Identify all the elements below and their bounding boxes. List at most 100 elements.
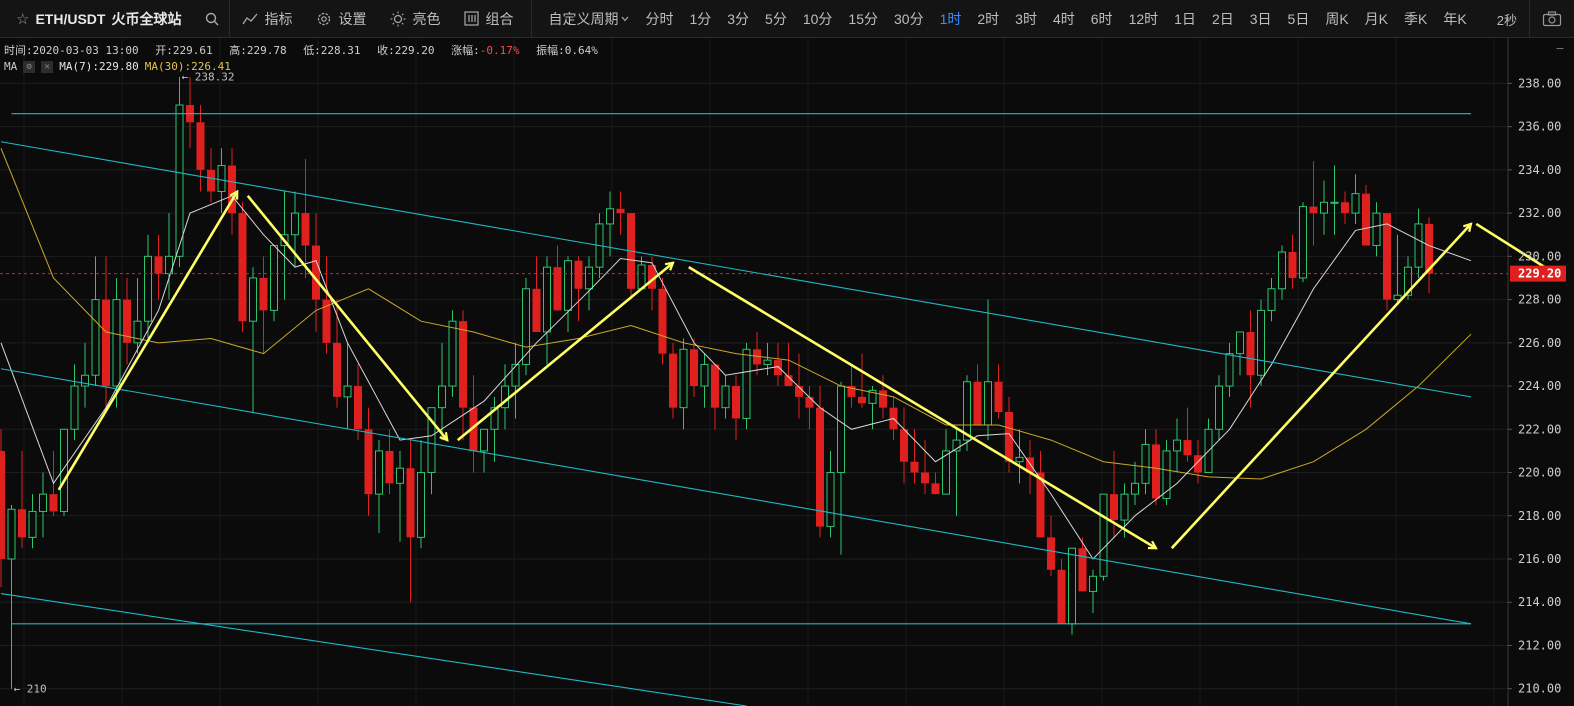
candle-body-up [700,363,709,387]
candle-body-up [1393,294,1402,301]
info-open: 开:229.61 [155,44,213,57]
candle-body-up [742,348,751,419]
indicator-button[interactable]: 指标 [230,0,304,37]
candle-body-down [574,260,583,289]
candle-body-down [816,407,824,527]
period-5[interactable]: 15分 [840,9,886,29]
ma-label: MA [4,60,18,73]
candle-body-up [1068,547,1076,625]
period-15[interactable]: 3日 [1242,9,1280,29]
candle-body-up [28,510,37,538]
candle-body-down [238,213,247,322]
info-high: 高:229.78 [229,44,287,57]
period-14[interactable]: 2日 [1204,9,1242,29]
candle-body-up [175,104,184,257]
screenshot-button[interactable] [1529,0,1574,38]
candle-body-up [984,381,992,426]
trend-arrow-3 [688,266,1156,548]
candle-body-up [564,260,572,311]
period-1[interactable]: 1分 [681,9,719,29]
candle-body-up [942,450,950,495]
refresh-interval[interactable]: 2秒 [1485,10,1529,29]
candle-body-down [931,483,940,495]
candle-body-up [1330,201,1339,204]
candle-body-up [91,299,100,376]
candle-body-up [70,385,79,430]
period-8[interactable]: 2时 [969,9,1007,29]
search-button[interactable] [195,0,231,37]
price-label: 234.00 [1518,163,1561,177]
candle-body-down [1309,206,1318,214]
ma-legend: MA ⚙ ✕ MA(7):229.80 MA(30):226.41 [4,60,231,73]
ma-settings-icon[interactable]: ⚙ [23,60,36,73]
ma-close-icon[interactable]: ✕ [41,60,54,73]
candle-body-down [364,429,373,495]
candle-body-up [963,381,971,441]
price-label: 220.00 [1518,466,1561,480]
period-20[interactable]: 年K [1435,9,1474,29]
info-change-value: -0.17% [479,44,520,57]
period-12[interactable]: 12时 [1121,9,1167,29]
period-19[interactable]: 季K [1396,9,1435,29]
period-18[interactable]: 月K [1357,9,1396,29]
period-16[interactable]: 5日 [1280,9,1318,29]
candle-body-up [511,363,520,387]
period-3[interactable]: 5分 [757,9,795,29]
candle-body-up [837,385,845,474]
period-bar: 自定义周期 分时 1分 3分 5分 10分 15分 30分 1时 2时 3时 4时 6时 12时 1日 2日… [532,0,1474,37]
ma30-value: MA(30):226.41 [144,60,231,73]
candle-body-up [480,428,488,452]
settings-button[interactable]: 设置 [304,0,378,37]
ma7-value: MA(7):229.80 [59,60,139,73]
candle-body-up [1257,309,1265,376]
candle-body-down [207,169,215,192]
candle-body-down [1047,537,1055,570]
candle-body-up [396,467,404,484]
candle-body-up [1015,456,1024,463]
candle-body-down [333,342,341,397]
price-label: 238.00 [1518,76,1561,90]
candle-body-down [774,360,782,376]
period-0[interactable]: 分时 [637,9,681,29]
candle-body-up [375,450,383,495]
sun-icon [390,11,406,26]
period-6[interactable]: 30分 [886,9,932,29]
custom-period-dropdown[interactable]: 自定义周期 [540,9,637,29]
candle-body-up [417,472,425,538]
period-13[interactable]: 1日 [1166,9,1204,29]
ohlc-info: 时间:2020-03-03 13:00 开:229.61 高:229.78 低:… [4,42,608,58]
period-list: 分时 1分 3分 5分 10分 15分 30分 1时 2时 3时 4时 6时 12时 1日 2日 3日 5日 周K… [637,0,1474,37]
candle-body-up [1131,482,1139,495]
price-label: 224.00 [1518,379,1561,393]
period-10[interactable]: 4时 [1045,9,1083,29]
candle-body-up [679,348,688,409]
price-label: 226.00 [1518,336,1561,350]
light-theme-button[interactable]: 亮色 [378,0,452,37]
candle-body-down [711,364,719,408]
price-label: 230.00 [1518,249,1561,263]
candle-body-up [7,508,16,560]
period-17[interactable]: 周K [1317,9,1356,29]
info-change-text: 涨幅:-0.17% [451,44,520,57]
star-icon[interactable]: ☆ [16,10,29,28]
period-11[interactable]: 6时 [1083,9,1121,29]
info-low: 低:228.31 [303,44,361,57]
period-4[interactable]: 10分 [795,9,841,29]
current-price-tag: 229.20 [1510,265,1566,282]
info-time: 时间:2020-03-03 13:00 [4,44,139,57]
symbol-title[interactable]: ☆ ETH/USDT 火币全球站 [0,0,195,37]
period-2[interactable]: 3分 [719,9,757,29]
info-close: 收:229.20 [377,44,435,57]
info-change: 涨幅:-0.17% [451,44,519,57]
period-9[interactable]: 3时 [1007,9,1045,29]
candle-body-down [312,245,320,300]
toolbar-right: 2秒 [1485,0,1574,38]
candlestick-chart[interactable]: 238.00 236.00 234.00 232.00 230.00 228.00 226.… [0,38,1574,706]
candle-body-down [1383,213,1391,300]
layout-button[interactable]: 组合 [452,0,525,37]
candle-body-up [39,493,47,512]
price-label: 214.00 [1518,595,1561,609]
candle-body-up [1267,288,1276,311]
period-7[interactable]: 1时 [932,9,970,29]
candle-body-up [1089,575,1097,592]
